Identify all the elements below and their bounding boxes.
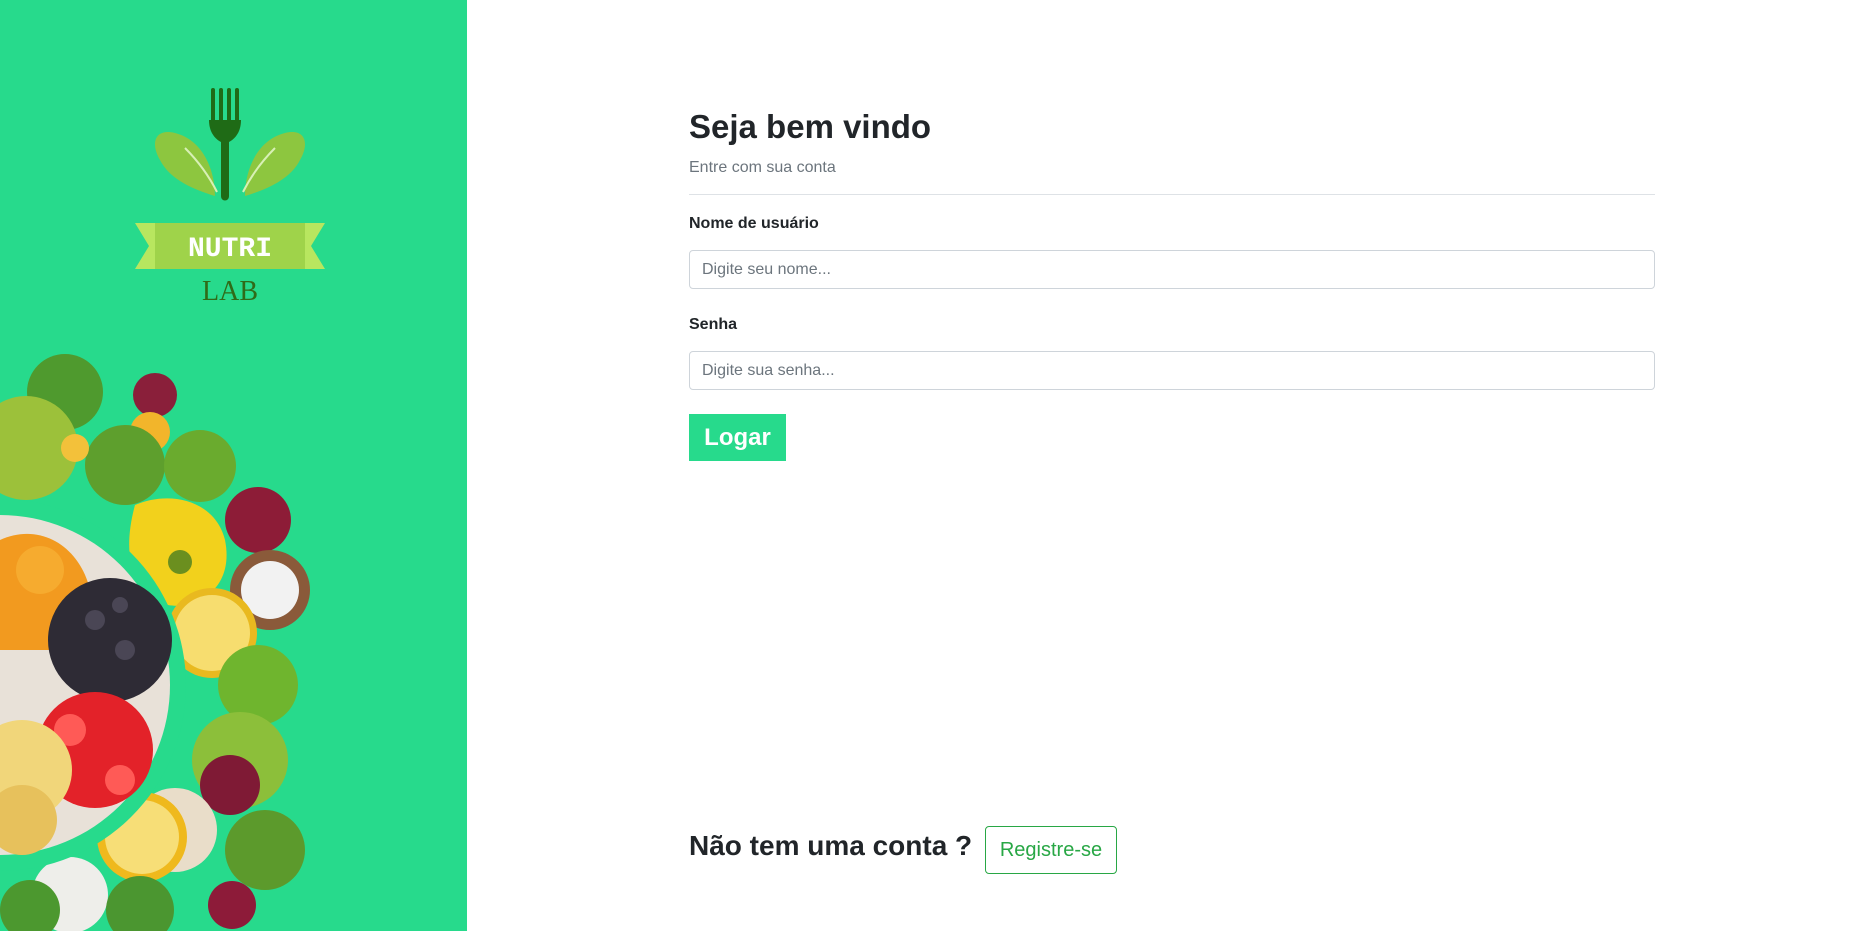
login-panel: Seja bem vindo Entre com sua conta Nome … bbox=[689, 0, 1655, 931]
brand-name-primary: NUTRI bbox=[188, 234, 272, 265]
nutrilab-logo: NUTRI LAB bbox=[135, 88, 325, 307]
fork-leaf-logo-icon bbox=[155, 88, 305, 201]
password-label: Senha bbox=[689, 316, 738, 333]
brand-panel: NUTRI LAB bbox=[0, 0, 467, 931]
page-subtitle: Entre com sua conta bbox=[689, 159, 836, 176]
brand-name-secondary: LAB bbox=[202, 276, 258, 307]
divider bbox=[689, 194, 1655, 195]
register-button[interactable]: Registre-se bbox=[985, 826, 1117, 874]
no-account-prompt: Não tem uma conta ? bbox=[689, 830, 973, 861]
fruit-vegetable-illustration bbox=[0, 354, 310, 931]
password-input[interactable] bbox=[689, 351, 1655, 390]
page-title: Seja bem vindo bbox=[689, 108, 932, 145]
login-button[interactable]: Logar bbox=[689, 414, 786, 461]
username-input[interactable] bbox=[689, 250, 1655, 289]
username-label: Nome de usuário bbox=[689, 215, 819, 232]
